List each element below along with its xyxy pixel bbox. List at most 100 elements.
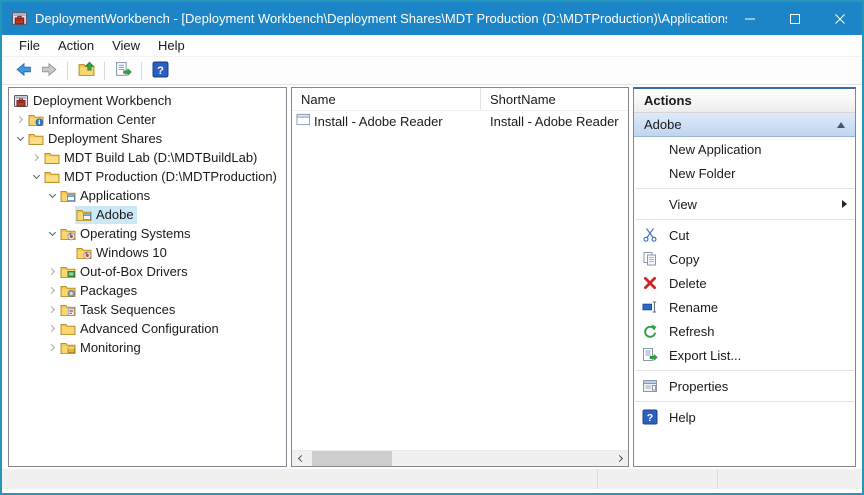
tree-item-label: MDT Build Lab (D:\MDTBuildLab) [64,150,257,165]
tree-item-content: Task Sequences [59,301,178,319]
tree-item-mdt-build-lab-d-mdtbuildlab[interactable]: MDT Build Lab (D:\MDTBuildLab) [9,148,286,167]
chevron-spacer [61,208,75,222]
action-delete[interactable]: Delete [634,271,855,295]
action-export-list[interactable]: Export List... [634,343,855,367]
action-properties[interactable]: Properties [634,374,855,398]
folder-app-icon [60,188,76,204]
menu-item-action[interactable]: Action [49,36,103,55]
deployment-workbench-window: DeploymentWorkbench - [Deployment Workbe… [0,0,864,495]
chevron-collapsed-icon[interactable] [45,303,59,317]
tree-item-content: Monitoring [59,339,144,357]
action-label: View [669,197,842,212]
horizontal-scrollbar[interactable] [292,450,628,466]
folder-app-icon [76,207,92,223]
chevron-expanded-icon[interactable] [45,227,59,241]
menu-item-file[interactable]: File [10,36,49,55]
list-row-install-adobe-reader[interactable]: Install - Adobe ReaderInstall - Adobe Re… [292,111,628,131]
tree-item-deployment-workbench[interactable]: Deployment Workbench [9,91,286,110]
tree-item-label: Information Center [48,112,156,127]
toolbar-separator [67,62,68,80]
cell-shortname: Install - Adobe Reader [481,114,628,129]
list-header: Name ShortName [292,88,628,111]
scrollbar-thumb[interactable] [312,451,392,466]
tree-item-label: Out-of-Box Drivers [80,264,188,279]
actions-group-header-adobe[interactable]: Adobe [634,113,855,137]
actions-separator [635,188,854,189]
tree-item-operating-systems[interactable]: Operating Systems [9,224,286,243]
chevron-expanded-icon[interactable] [29,170,43,184]
tree-item-adobe[interactable]: Adobe [9,205,286,224]
folder-os-icon [76,245,92,261]
chevron-collapsed-icon[interactable] [45,284,59,298]
scroll-right-button[interactable] [612,451,628,467]
rename-icon [642,299,658,315]
tree-item-monitoring[interactable]: Monitoring [9,338,286,357]
chevron-expanded-icon[interactable] [45,189,59,203]
menu-item-view[interactable]: View [103,36,149,55]
tree-item-task-sequences[interactable]: Task Sequences [9,300,286,319]
tree-item-information-center[interactable]: Information Center [9,110,286,129]
folder-drivers-icon [60,264,76,280]
chevron-expanded-icon[interactable] [13,132,27,146]
svg-text:?: ? [647,412,653,424]
tree-item-content: Applications [59,187,153,205]
menu-item-help[interactable]: Help [149,36,194,55]
tree-item-deployment-shares[interactable]: Deployment Shares [9,129,286,148]
action-copy[interactable]: Copy [634,247,855,271]
back-button[interactable] [10,59,36,83]
action-cut[interactable]: Cut [634,223,855,247]
tree-item-label: Windows 10 [96,245,167,260]
maximize-button[interactable] [772,2,817,35]
column-header-name[interactable]: Name [292,88,481,110]
tree-item-label: Deployment Shares [48,131,162,146]
tree-item-mdt-production-d-mdtproduction[interactable]: MDT Production (D:\MDTProduction) [9,167,286,186]
delete-icon [642,275,658,291]
collapse-group-icon[interactable] [837,122,845,128]
chevron-collapsed-icon[interactable] [45,265,59,279]
chevron-collapsed-icon[interactable] [29,151,43,165]
close-button[interactable] [817,2,862,35]
folder-up-icon [78,61,95,81]
actions-separator [635,219,854,220]
minimize-icon [745,14,755,24]
actions-separator [635,370,854,371]
maximize-icon [790,14,800,24]
folder-packages-icon [60,283,76,299]
action-new-folder[interactable]: New Folder [634,161,855,185]
scroll-left-button[interactable] [292,451,308,467]
window-title: DeploymentWorkbench - [Deployment Workbe… [35,11,727,26]
tree-item-applications[interactable]: Applications [9,186,286,205]
action-help[interactable]: ?Help [634,405,855,429]
chevron-collapsed-icon[interactable] [13,113,27,127]
action-new-application[interactable]: New Application [634,137,855,161]
tree-item-advanced-configuration[interactable]: Advanced Configuration [9,319,286,338]
close-icon [835,14,845,24]
chevron-collapsed-icon[interactable] [45,341,59,355]
toolbar-separator [104,62,105,80]
tree-item-label: MDT Production (D:\MDTProduction) [64,169,277,184]
up-one-level-button[interactable] [73,59,99,83]
scrollbar-track[interactable] [308,451,612,466]
tree-item-content: Windows 10 [75,244,170,262]
tree-item-out-of-box-drivers[interactable]: Out-of-Box Drivers [9,262,286,281]
tree-item-packages[interactable]: Packages [9,281,286,300]
action-view[interactable]: View [634,192,855,216]
chevron-right-icon [615,455,622,462]
arrow-left-icon [15,61,32,81]
action-rename[interactable]: Rename [634,295,855,319]
tree-item-windows-10[interactable]: Windows 10 [9,243,286,262]
forward-button[interactable] [36,59,62,83]
action-refresh[interactable]: Refresh [634,319,855,343]
actions-list: New ApplicationNew Folder View CutCopyDele… [634,137,855,429]
folder-os-icon [60,226,76,242]
tree-item-label: Monitoring [80,340,141,355]
export-list-button[interactable] [110,59,136,83]
chevron-collapsed-icon[interactable] [45,322,59,336]
status-bar-segment [718,469,862,489]
column-header-shortname[interactable]: ShortName [481,88,628,110]
help-button[interactable]: ? [147,59,173,83]
tree-item-label: Operating Systems [80,226,191,241]
refresh-icon [642,323,658,339]
cell-name: Install - Adobe Reader [292,112,481,130]
minimize-button[interactable] [727,2,772,35]
